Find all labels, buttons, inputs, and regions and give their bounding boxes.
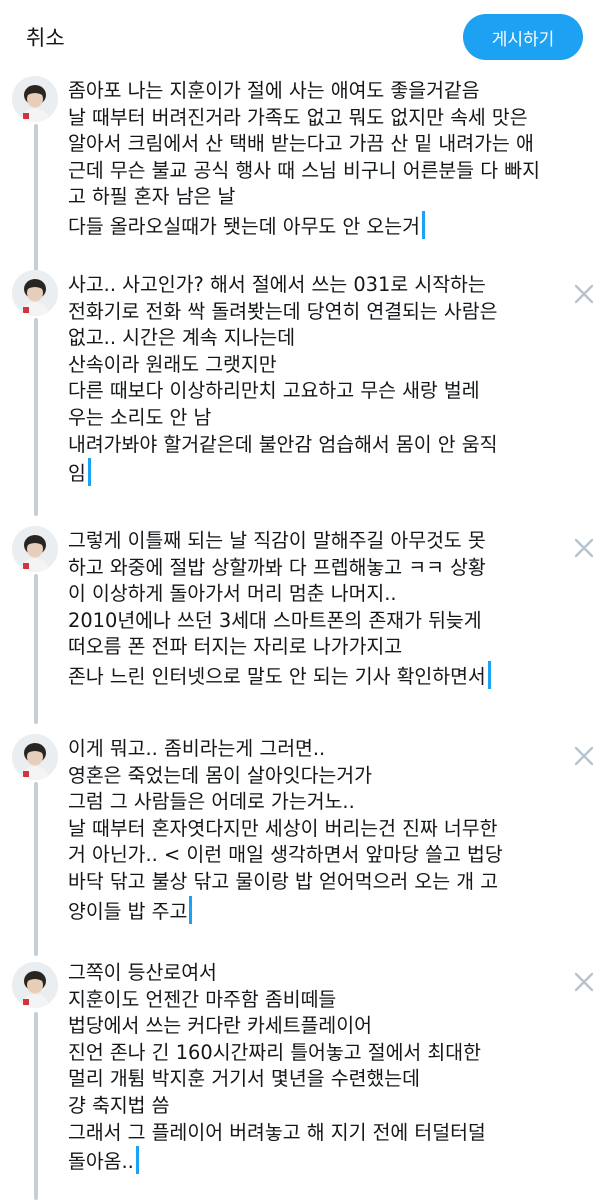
- tweet-text-content: 이게 뭐고.. 좀비라는게 그러면.. 영혼은 죽었는데 몸이 살아잇다는거가 …: [68, 737, 503, 923]
- close-icon: [574, 284, 594, 304]
- avatar-image: [12, 526, 58, 572]
- avatar: [12, 270, 58, 316]
- avatar-image: [12, 270, 58, 316]
- avatar: [12, 962, 58, 1008]
- avatar: [12, 734, 58, 780]
- thread-line: [34, 574, 38, 724]
- thread-line: [34, 782, 38, 956]
- avatar: [12, 76, 58, 122]
- remove-tweet-button[interactable]: [572, 970, 596, 994]
- remove-tweet-button[interactable]: [572, 536, 596, 560]
- tweet-text[interactable]: 그렇게 이틀째 되는 날 직감이 말해주길 아무것도 못 하고 와중에 절밥 상…: [68, 528, 544, 691]
- text-cursor: [189, 895, 193, 924]
- remove-tweet-button[interactable]: [572, 744, 596, 768]
- post-button[interactable]: 게시하기: [463, 14, 583, 60]
- text-cursor: [421, 210, 425, 239]
- tweet-text[interactable]: 그쪽이 등산로여서 지훈이도 언젠간 마주함 좀비떼들 법당에서 쓰는 커다란 …: [68, 960, 544, 1176]
- tweet-text[interactable]: 사고.. 사고인가? 해서 절에서 쓰는 031로 시작하는 전화기로 전화 싹…: [68, 272, 544, 488]
- close-icon: [574, 972, 594, 992]
- text-cursor: [135, 1146, 139, 1175]
- compose-header: 취소 게시하기: [0, 0, 607, 76]
- thread-line: [34, 124, 38, 274]
- tweet-text-content: 그렇게 이틀째 되는 날 직감이 말해주길 아무것도 못 하고 와중에 절밥 상…: [68, 529, 486, 688]
- thread-line: [34, 318, 38, 516]
- text-cursor: [87, 458, 91, 487]
- tweet-text-content: 사고.. 사고인가? 해서 절에서 쓰는 031로 시작하는 전화기로 전화 싹…: [68, 273, 498, 486]
- cancel-button[interactable]: 취소: [26, 22, 65, 52]
- tweet-text[interactable]: 좀아포 나는 지훈이가 절에 사는 애여도 좋을거같음 날 때부터 버려진거라 …: [68, 78, 544, 241]
- avatar-image: [12, 734, 58, 780]
- thread-line: [34, 1012, 38, 1200]
- close-icon: [574, 746, 594, 766]
- tweet-text[interactable]: 이게 뭐고.. 좀비라는게 그러면.. 영혼은 죽었는데 몸이 살아잇다는거가 …: [68, 736, 544, 925]
- avatar-image: [12, 962, 58, 1008]
- remove-tweet-button[interactable]: [572, 282, 596, 306]
- tweet-text-content: 그쪽이 등산로여서 지훈이도 언젠간 마주함 좀비떼들 법당에서 쓰는 커다란 …: [68, 961, 486, 1174]
- tweet-text-content: 좀아포 나는 지훈이가 절에 사는 애여도 좋을거같음 날 때부터 버려진거라 …: [68, 79, 540, 238]
- text-cursor: [487, 660, 491, 689]
- close-icon: [574, 538, 594, 558]
- avatar-image: [12, 76, 58, 122]
- avatar: [12, 526, 58, 572]
